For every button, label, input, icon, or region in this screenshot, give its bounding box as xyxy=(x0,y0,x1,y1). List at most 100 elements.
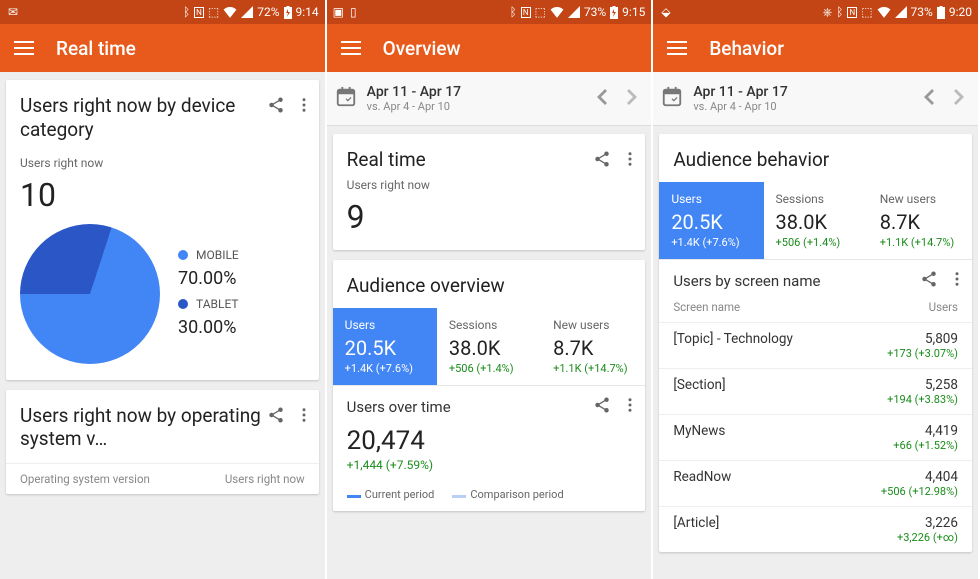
share-icon[interactable] xyxy=(267,406,285,428)
clock-time: 9:20 xyxy=(949,5,972,19)
chevron-left-icon[interactable] xyxy=(924,89,934,109)
card-audience-overview[interactable]: Audience overview Users 20.5K +1.4K (+7.… xyxy=(333,260,646,511)
date-compare: vs. Apr 4 - Apr 10 xyxy=(693,100,924,113)
wifi-icon xyxy=(877,6,891,18)
card-os-version[interactable]: Users right now by operating system v… O… xyxy=(6,390,319,495)
card-title: Audience overview xyxy=(347,274,640,298)
chevron-right-icon[interactable] xyxy=(627,89,637,109)
card-device-category[interactable]: Users right now by device category Users… xyxy=(6,80,319,380)
users-over-time-delta: +1,444 (+7.59%) xyxy=(333,456,646,482)
battery-percent: 73% xyxy=(911,5,933,19)
metric-delta: +1.4K (+7.6%) xyxy=(671,236,755,249)
metric-value: 38.0K xyxy=(449,336,533,360)
more-icon[interactable] xyxy=(621,396,639,418)
chevron-left-icon[interactable] xyxy=(597,89,607,109)
screen-realtime: ✉ ᛒ N ⬚ 72% 9:14 Real time Users right n… xyxy=(0,0,327,579)
content: Real time Users right now 9 Audience ove… xyxy=(327,126,652,579)
card-title: Audience behavior xyxy=(673,148,966,172)
page-title: Behavior xyxy=(709,37,784,60)
menu-icon[interactable] xyxy=(14,41,34,55)
status-bar: ⬙ ⎈ ᛒ N ⬚ 73% 9:20 xyxy=(653,0,978,24)
metric-value: 20.5K xyxy=(671,210,755,234)
legend-dot-mobile xyxy=(178,250,188,260)
col-os-version: Operating system version xyxy=(20,472,150,486)
wifi-icon xyxy=(550,6,564,18)
metric-sessions[interactable]: Sessions 38.0K +506 (+1.4%) xyxy=(764,182,868,259)
chevron-right-icon[interactable] xyxy=(954,89,964,109)
row-value: 5,258 xyxy=(887,377,958,393)
card-title: Users right now by operating system v… xyxy=(20,404,267,452)
table-row[interactable]: [Section]5,258+194 (+3.83%) xyxy=(659,368,972,414)
users-over-time-label: Users over time xyxy=(347,398,594,416)
battery-icon xyxy=(284,6,292,19)
metric-value: 38.0K xyxy=(776,210,860,234)
date-range-bar[interactable]: Apr 11 - Apr 17 vs. Apr 4 - Apr 10 xyxy=(653,72,978,126)
menu-icon[interactable] xyxy=(341,41,361,55)
card-sublabel: Users right now xyxy=(333,176,646,192)
bluetooth-icon: ᛒ xyxy=(836,5,843,19)
calendar-icon xyxy=(661,86,683,112)
legend-pct: 30.00% xyxy=(178,317,305,338)
nfc-icon: N xyxy=(194,7,204,18)
period-legend: Current period Comparison period xyxy=(333,482,646,511)
metric-value: 20.5K xyxy=(345,336,429,360)
screen-overview: ▣ ▯ ᛒ N ⬚ 73% 9:15 Overview Apr 11 - Apr… xyxy=(327,0,654,579)
card-realtime[interactable]: Real time Users right now 9 xyxy=(333,134,646,250)
share-icon[interactable] xyxy=(267,96,285,118)
row-delta: +194 (+3.83%) xyxy=(887,393,958,406)
share-icon[interactable] xyxy=(920,270,938,292)
more-icon[interactable] xyxy=(621,150,639,172)
metric-users[interactable]: Users 20.5K +1.4K (+7.6%) xyxy=(333,308,437,385)
battery-percent: 73% xyxy=(584,5,606,19)
legend-current: Current period xyxy=(365,488,435,501)
card-title: Users right now by device category xyxy=(20,94,267,142)
dropbox-icon: ⬙ xyxy=(661,5,670,19)
pie-chart xyxy=(20,224,160,364)
menu-icon[interactable] xyxy=(667,41,687,55)
table-row[interactable]: ReadNow4,404+506 (+12.98%) xyxy=(659,460,972,506)
col-users: Users xyxy=(929,300,958,314)
table-row[interactable]: [Article] 3,226+3,226 (+∞) xyxy=(659,506,972,552)
bluetooth-icon: ᛒ xyxy=(510,5,517,19)
row-delta: +173 (+3.07%) xyxy=(887,347,958,360)
row-name: ReadNow xyxy=(673,469,731,485)
date-range-bar[interactable]: Apr 11 - Apr 17 vs. Apr 4 - Apr 10 xyxy=(327,72,652,126)
row-delta: +506 (+12.98%) xyxy=(881,485,958,498)
app-bar: Behavior xyxy=(653,24,978,72)
legend-swatch-current xyxy=(347,495,361,498)
more-icon[interactable] xyxy=(295,406,313,428)
battery-icon xyxy=(937,6,945,19)
row-name: [Article] xyxy=(673,515,719,531)
users-now-value: 10 xyxy=(6,170,319,224)
metric-value: 8.7K xyxy=(880,210,964,234)
nfc-icon: N xyxy=(847,7,857,18)
metric-users[interactable]: Users 20.5K +1.4K (+7.6%) xyxy=(659,182,763,259)
more-icon[interactable] xyxy=(948,270,966,292)
table-row[interactable]: [Topic] - Technology5,809+173 (+3.07%) xyxy=(659,322,972,368)
page-title: Overview xyxy=(383,37,461,60)
share-icon[interactable] xyxy=(593,150,611,172)
metric-new-users[interactable]: New users 8.7K +1.1K (+14.7%) xyxy=(541,308,645,385)
battery-percent: 72% xyxy=(257,5,279,19)
metric-label: Users xyxy=(345,318,429,332)
briefcase-icon: ▯ xyxy=(350,5,357,19)
row-value: 5,809 xyxy=(887,331,958,347)
row-value: 3,226 xyxy=(897,515,958,531)
row-delta: +3,226 (+∞) xyxy=(897,531,958,544)
card-audience-behavior[interactable]: Audience behavior Users 20.5K +1.4K (+7.… xyxy=(659,134,972,552)
date-range: Apr 11 - Apr 17 xyxy=(693,84,924,100)
screen-behavior: ⬙ ⎈ ᛒ N ⬚ 73% 9:20 Behavior Apr 11 - Apr… xyxy=(653,0,980,579)
metric-delta: +1.1K (+14.7%) xyxy=(553,362,637,375)
share-icon[interactable] xyxy=(593,396,611,418)
metric-new-users[interactable]: New users 8.7K +1.1K (+14.7%) xyxy=(868,182,972,259)
more-icon[interactable] xyxy=(295,96,313,118)
row-value: 4,419 xyxy=(893,423,958,439)
mail-icon: ✉ xyxy=(8,5,18,19)
legend-label: TABLET xyxy=(196,297,239,311)
pie-legend: MOBILE 70.00% TABLET 30.00% xyxy=(178,242,305,346)
table-row[interactable]: MyNews4,419+66 (+1.52%) xyxy=(659,414,972,460)
metric-row: Users 20.5K +1.4K (+7.6%) Sessions 38.0K… xyxy=(659,182,972,259)
screen-name-list: [Topic] - Technology5,809+173 (+3.07%)[S… xyxy=(659,322,972,552)
metric-sessions[interactable]: Sessions 38.0K +506 (+1.4%) xyxy=(437,308,541,385)
card-title: Real time xyxy=(347,148,594,172)
